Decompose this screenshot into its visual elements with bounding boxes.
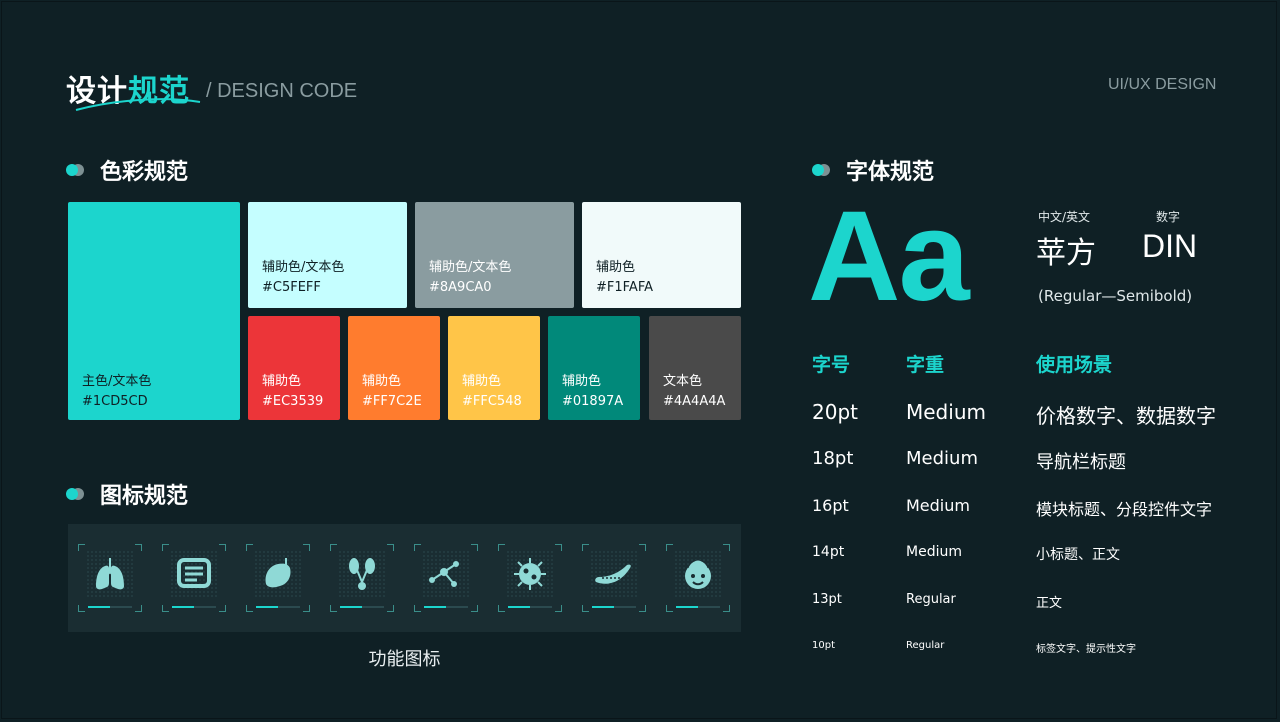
icons-section-header: 图标规范: [66, 478, 188, 510]
icons-section-title: 图标规范: [100, 484, 189, 509]
color-swatch: 辅助色 #FF7C2E: [348, 316, 440, 420]
swatch-hex: #01897A: [562, 394, 624, 409]
swatch-name: 辅助色: [562, 374, 602, 389]
lungs-icon: [78, 544, 142, 612]
icon-panel: [68, 524, 741, 632]
type-row: 13pt Regular 正文: [812, 592, 1252, 622]
cn-en-label: 中文/英文: [1038, 210, 1091, 224]
type-usage: 价格数字、数据数字: [1036, 404, 1216, 428]
virus-icon: [498, 544, 562, 612]
col-header-usage: 使用场景: [1036, 354, 1113, 376]
type-weight: Medium: [906, 448, 978, 469]
colors-section-title: 色彩规范: [100, 160, 189, 185]
digits-label: 数字: [1156, 210, 1181, 224]
swatch-name: 辅助色: [462, 374, 502, 389]
color-swatch: 辅助色 #FFC548: [448, 316, 540, 420]
type-size: 10pt: [812, 640, 835, 651]
section-dots-icon: [66, 488, 86, 500]
section-dots-icon: [812, 164, 832, 176]
type-weight: Medium: [906, 544, 962, 560]
type-weight: Regular: [906, 640, 945, 651]
type-weight: Regular: [906, 592, 956, 607]
molecule-icon: [414, 544, 478, 612]
type-usage: 模块标题、分段控件文字: [1036, 500, 1213, 519]
section-dots-icon: [66, 164, 86, 176]
baby-face-icon: [666, 544, 730, 612]
color-swatch: 辅助色 #01897A: [548, 316, 640, 420]
color-swatch: 辅助色 #EC3539: [248, 316, 340, 420]
digit-font-name: DIN: [1142, 228, 1198, 264]
type-size: 14pt: [812, 544, 845, 560]
page-subtitle: / DESIGN CODE: [206, 80, 358, 102]
swatch-hex: #EC3539: [262, 394, 324, 409]
swatch-hex: #FF7C2E: [362, 394, 422, 409]
type-size: 13pt: [812, 592, 842, 607]
type-usage: 标签文字、提示性文字: [1036, 644, 1136, 655]
type-row: 14pt Medium 小标题、正文: [812, 544, 1252, 574]
type-weight: Medium: [906, 400, 986, 424]
color-swatch: 辅助色/文本色 #8A9CA0: [415, 202, 574, 308]
icons-caption: 功能图标: [368, 649, 441, 670]
colors-section-header: 色彩规范: [66, 154, 188, 186]
type-weight: Medium: [906, 496, 970, 515]
col-header-weight: 字重: [906, 354, 945, 376]
type-usage: 正文: [1036, 596, 1063, 611]
swatch-hex: #1CD5CD: [82, 394, 148, 409]
swatch-hex: #FFC548: [462, 394, 522, 409]
color-swatch: 主色/文本色 #1CD5CD: [68, 202, 240, 420]
pancreas-icon: [582, 544, 646, 612]
type-size: 20pt: [812, 400, 858, 424]
type-row: 20pt Medium 价格数字、数据数字: [812, 400, 1252, 430]
swatch-hex: #4A4A4A: [663, 394, 726, 409]
cn-font-name: 苹方: [1036, 236, 1096, 271]
type-usage: 小标题、正文: [1036, 547, 1120, 563]
swatch-hex: #8A9CA0: [429, 280, 492, 295]
swatch-name: 辅助色: [362, 374, 402, 389]
color-swatch: 辅助色/文本色 #C5FEFF: [248, 202, 407, 308]
swatch-hex: #F1FAFA: [596, 280, 653, 295]
type-usage: 导航栏标题: [1036, 452, 1126, 473]
title-swoosh-decoration: [75, 98, 201, 111]
type-row: 18pt Medium 导航栏标题: [812, 448, 1252, 478]
swatch-name: 辅助色/文本色: [262, 260, 345, 275]
swatch-name: 主色/文本色: [82, 374, 152, 389]
swatch-hex: #C5FEFF: [262, 280, 321, 295]
header-right-label: UI/UX DESIGN: [1108, 76, 1217, 93]
kidney-icon: [330, 544, 394, 612]
type-size: 18pt: [812, 448, 854, 469]
font-weights: (Regular—Semibold): [1038, 287, 1193, 305]
type-row: 16pt Medium 模块标题、分段控件文字: [812, 496, 1252, 526]
color-swatch: 辅助色 #F1FAFA: [582, 202, 741, 308]
color-swatch: 文本色 #4A4A4A: [649, 316, 741, 420]
intestine-icon: [162, 544, 226, 612]
col-header-size: 字号: [812, 354, 851, 376]
font-sample: Aa: [808, 185, 970, 328]
swatch-name: 辅助色/文本色: [429, 260, 512, 275]
type-size: 16pt: [812, 496, 849, 515]
swatch-name: 辅助色: [262, 374, 302, 389]
type-row: 10pt Regular 标签文字、提示性文字: [812, 640, 1252, 670]
swatch-name: 辅助色: [596, 260, 636, 275]
liver-icon: [246, 544, 310, 612]
swatch-name: 文本色: [663, 374, 703, 389]
